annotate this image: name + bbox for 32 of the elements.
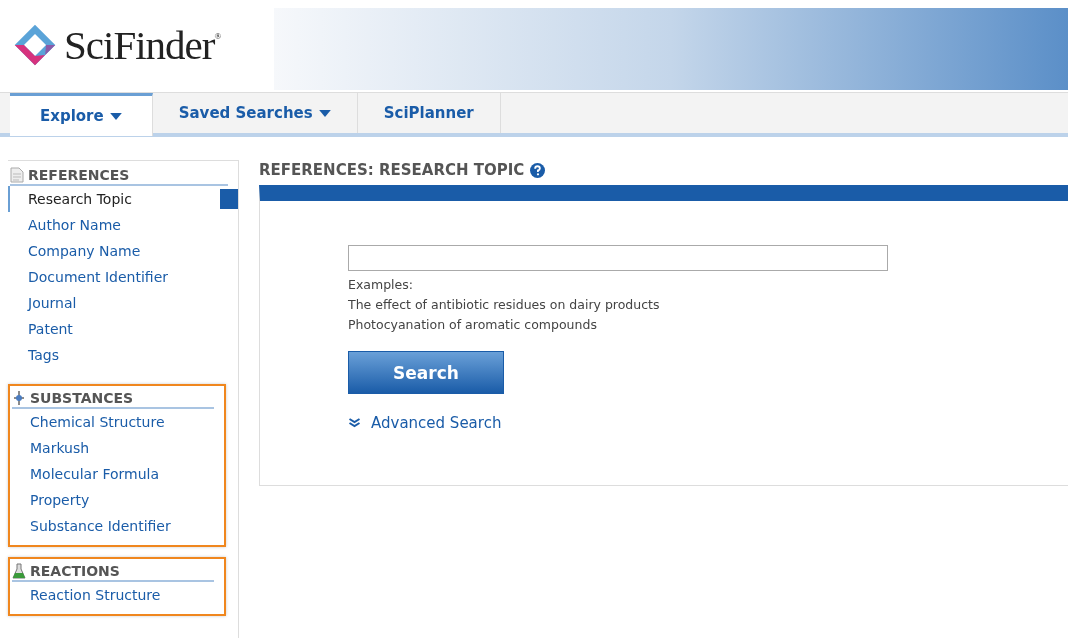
sidebar-link[interactable]: Substance Identifier bbox=[10, 513, 171, 539]
sidebar-link[interactable]: Author Name bbox=[8, 212, 121, 238]
sidebar-link[interactable]: Markush bbox=[10, 435, 90, 461]
sidebar-link[interactable]: Molecular Formula bbox=[10, 461, 159, 487]
advanced-search-link[interactable]: Advanced Search bbox=[371, 414, 502, 432]
sidebar-link[interactable]: Patent bbox=[8, 316, 73, 342]
sidebar-link[interactable]: Research Topic bbox=[8, 186, 132, 212]
selection-marker bbox=[220, 189, 238, 209]
sidebar-link[interactable]: Document Identifier bbox=[8, 264, 169, 290]
nav-tab[interactable]: Explore bbox=[10, 93, 153, 136]
help-icon[interactable] bbox=[530, 162, 546, 178]
sidebar-link[interactable]: Property bbox=[10, 487, 90, 513]
sidebar-link[interactable]: Reaction Structure bbox=[10, 582, 161, 608]
examples-label: Examples: bbox=[348, 276, 414, 294]
search-field[interactable] bbox=[348, 245, 888, 271]
sidebar-link[interactable]: Journal bbox=[8, 290, 77, 316]
sidebar-link[interactable]: Chemical Structure bbox=[10, 409, 165, 435]
sidebar-link[interactable]: Company Name bbox=[8, 238, 141, 264]
section-heading: REACTIONS bbox=[30, 563, 120, 579]
logo-icon bbox=[12, 22, 58, 68]
flask-icon bbox=[12, 563, 26, 579]
sidebar-link[interactable]: Tags bbox=[8, 342, 59, 368]
section-heading: REFERENCES bbox=[28, 167, 130, 183]
search-button[interactable]: Search bbox=[348, 351, 504, 394]
page-title: REFERENCES: RESEARCH TOPIC bbox=[259, 161, 525, 179]
example-text: Photocyanation of aromatic compounds bbox=[348, 316, 598, 334]
example-text: The effect of antibiotic residues on dairy products bbox=[348, 296, 661, 314]
logo-wordmark: SciFinder$^{®}$ bbox=[64, 21, 221, 69]
molecule-icon bbox=[12, 390, 26, 406]
document-icon bbox=[10, 167, 24, 183]
double-chevron-icon bbox=[348, 418, 361, 428]
section-heading: SUBSTANCES bbox=[30, 390, 134, 406]
